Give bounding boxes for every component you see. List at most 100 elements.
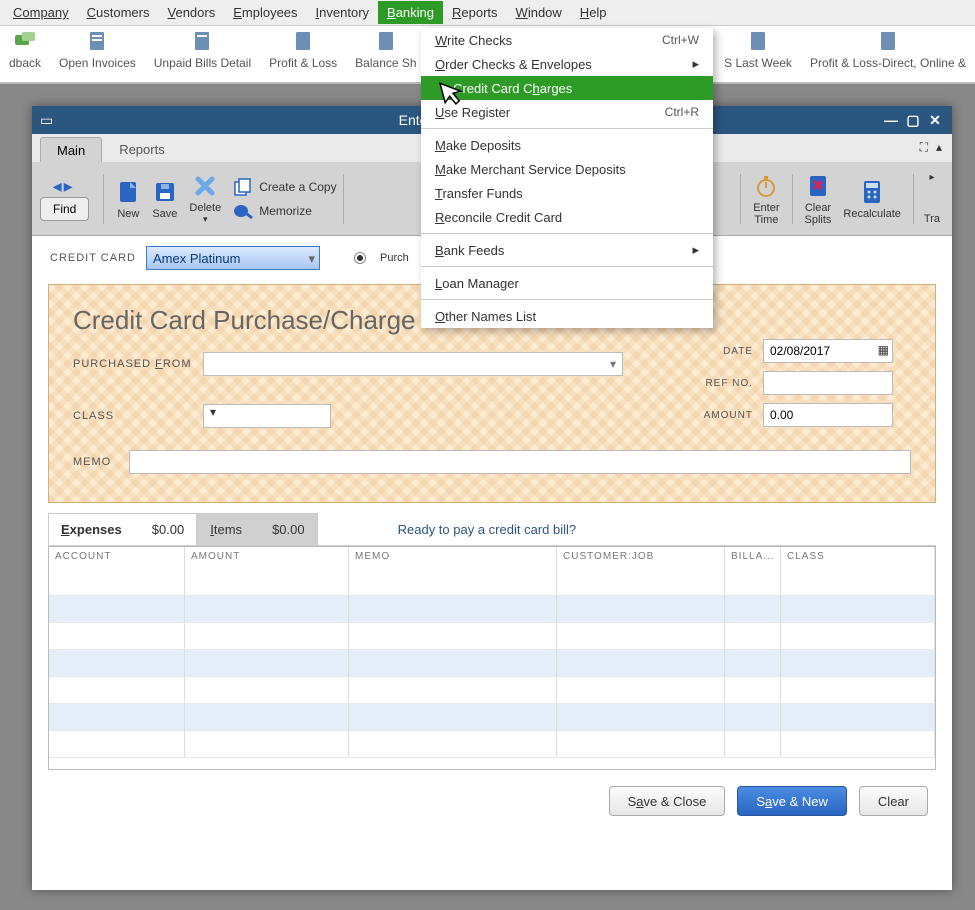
- save-new-button[interactable]: Save & New: [737, 786, 847, 816]
- clear-splits-button[interactable]: Clear Splits: [805, 172, 832, 226]
- menu-window[interactable]: Window: [507, 1, 571, 24]
- overflow-arrow-icon[interactable]: ▸: [929, 172, 934, 183]
- menu-banking[interactable]: Banking: [378, 1, 443, 24]
- memo-label: MEMO: [73, 456, 129, 468]
- recalculate-button[interactable]: Recalculate: [843, 178, 900, 220]
- chevron-down-icon[interactable]: ▾: [203, 214, 208, 225]
- bottom-buttons: Save & Close Save & New Clear: [32, 770, 952, 832]
- document-icon: [877, 30, 899, 52]
- tab-items[interactable]: Items $0.00: [197, 513, 317, 545]
- date-label: DATE: [723, 346, 753, 357]
- save-close-button[interactable]: Save & Close: [609, 786, 726, 816]
- maximize-button[interactable]: ▢: [904, 112, 922, 128]
- purchased-from-select[interactable]: ▾: [203, 352, 623, 376]
- menu-transfer-funds[interactable]: Transfer Funds: [421, 181, 713, 205]
- col-amount[interactable]: AMOUNT: [185, 547, 349, 569]
- chevron-down-icon: ▾: [610, 357, 616, 371]
- menu-help[interactable]: Help: [571, 1, 616, 24]
- minimize-button[interactable]: —: [882, 112, 900, 128]
- date-input[interactable]: [763, 339, 893, 363]
- document-icon: [375, 30, 397, 52]
- document-icon: [292, 30, 314, 52]
- col-account[interactable]: ACCOUNT: [49, 547, 185, 569]
- menu-company[interactable]: Company: [4, 1, 78, 24]
- shortcut-label: Open Invoices: [59, 56, 136, 70]
- next-arrow-icon[interactable]: ▸: [64, 176, 73, 197]
- ready-link[interactable]: Ready to pay a credit card bill?: [398, 522, 576, 537]
- banking-dropdown: Write ChecksCtrl+W Order Checks & Envelo…: [421, 28, 713, 328]
- expand-icon[interactable]: ⛶: [920, 140, 928, 155]
- find-button[interactable]: Find: [40, 197, 89, 221]
- purchase-radio[interactable]: [354, 252, 366, 264]
- menu-make-deposits[interactable]: Make Deposits: [421, 133, 713, 157]
- menu-bar: Company Customers Vendors Employees Inve…: [0, 0, 975, 26]
- menu-merchant-deposits[interactable]: Make Merchant Service Deposits: [421, 157, 713, 181]
- document-icon: [191, 30, 213, 52]
- save-button[interactable]: Save: [152, 178, 177, 220]
- menu-write-checks[interactable]: Write ChecksCtrl+W: [421, 28, 713, 52]
- class-select[interactable]: ▾: [203, 404, 331, 428]
- expense-table: ACCOUNT AMOUNT MEMO CUSTOMER:JOB BILLA..…: [48, 546, 936, 770]
- window-menu-icon[interactable]: ▭: [40, 112, 53, 129]
- col-billable[interactable]: BILLA...: [725, 547, 781, 569]
- cc-select[interactable]: Amex Platinum ▾: [146, 246, 320, 270]
- shortcut-last-week[interactable]: S Last Week: [715, 30, 801, 70]
- delete-button[interactable]: Delete ▾: [189, 172, 221, 225]
- menu-use-register[interactable]: Use RegisterCtrl+R: [421, 100, 713, 124]
- menu-loan-manager[interactable]: Loan Manager: [421, 271, 713, 295]
- chevron-down-icon: ▾: [210, 405, 216, 419]
- memo-input[interactable]: [129, 450, 911, 474]
- menu-customers[interactable]: Customers: [78, 1, 159, 24]
- amount-input[interactable]: [763, 403, 893, 427]
- menu-other-names[interactable]: Other Names List: [421, 304, 713, 328]
- tab-reports[interactable]: Reports: [102, 136, 182, 162]
- menu-vendors[interactable]: Vendors: [159, 1, 225, 24]
- clear-button[interactable]: Clear: [859, 786, 928, 816]
- menu-reconcile-cc[interactable]: Reconcile Credit Card: [421, 205, 713, 229]
- chat-icon: [14, 30, 36, 52]
- menu-bank-feeds[interactable]: Bank Feeds▸: [421, 238, 713, 262]
- cc-label: CREDIT CARD: [50, 252, 136, 264]
- stopwatch-icon: [754, 172, 778, 200]
- shortcut-label: Unpaid Bills Detail: [154, 56, 251, 70]
- clear-splits-icon: [806, 172, 830, 200]
- purchased-from-label: PURCHASED FROM: [73, 358, 203, 370]
- shortcut-label: Profit & Loss: [269, 56, 337, 70]
- memorize-button[interactable]: Memorize: [233, 202, 336, 220]
- copy-icon: [233, 178, 253, 196]
- shortcut-balance[interactable]: Balance Sh: [346, 30, 425, 70]
- document-icon: [86, 30, 108, 52]
- col-memo[interactable]: MEMO: [349, 547, 557, 569]
- class-label: CLASS: [73, 410, 203, 422]
- menu-enter-cc-charges[interactable]: Credit Card Charges: [421, 76, 713, 100]
- col-customer[interactable]: CUSTOMER:JOB: [557, 547, 725, 569]
- document-icon: [747, 30, 769, 52]
- shortcut-pl-direct[interactable]: Profit & Loss-Direct, Online &: [801, 30, 975, 70]
- enter-time-button[interactable]: Enter Time: [753, 172, 779, 226]
- chevron-up-icon[interactable]: ▴: [936, 140, 942, 155]
- ref-input[interactable]: [763, 371, 893, 395]
- memorize-icon: [233, 202, 253, 220]
- calculator-icon: [861, 178, 883, 206]
- shortcut-label: Profit & Loss-Direct, Online &: [810, 56, 966, 70]
- create-copy-button[interactable]: Create a Copy: [233, 178, 336, 196]
- save-icon: [153, 178, 177, 206]
- new-button[interactable]: New: [116, 178, 140, 220]
- menu-order-checks[interactable]: Order Checks & Envelopes▸: [421, 52, 713, 76]
- table-body[interactable]: [49, 569, 935, 769]
- prev-arrow-icon[interactable]: ◂: [53, 176, 62, 197]
- close-button[interactable]: ✕: [926, 112, 944, 128]
- tab-expenses[interactable]: Expenses $0.00: [48, 513, 197, 545]
- calendar-icon[interactable]: ▦: [878, 343, 889, 357]
- shortcut-open-invoices[interactable]: Open Invoices: [50, 30, 145, 70]
- chevron-down-icon: ▾: [308, 251, 315, 267]
- shortcut-profit-loss[interactable]: Profit & Loss: [260, 30, 346, 70]
- shortcut-unpaid-bills[interactable]: Unpaid Bills Detail: [145, 30, 260, 70]
- menu-inventory[interactable]: Inventory: [307, 1, 379, 24]
- expense-tabs: Expenses $0.00 Items $0.00 Ready to pay …: [48, 513, 936, 546]
- shortcut-feedback[interactable]: dback: [0, 30, 50, 70]
- menu-reports[interactable]: Reports: [443, 1, 507, 24]
- tab-main[interactable]: Main: [40, 137, 102, 162]
- menu-employees[interactable]: Employees: [224, 1, 306, 24]
- col-class[interactable]: CLASS: [781, 547, 935, 569]
